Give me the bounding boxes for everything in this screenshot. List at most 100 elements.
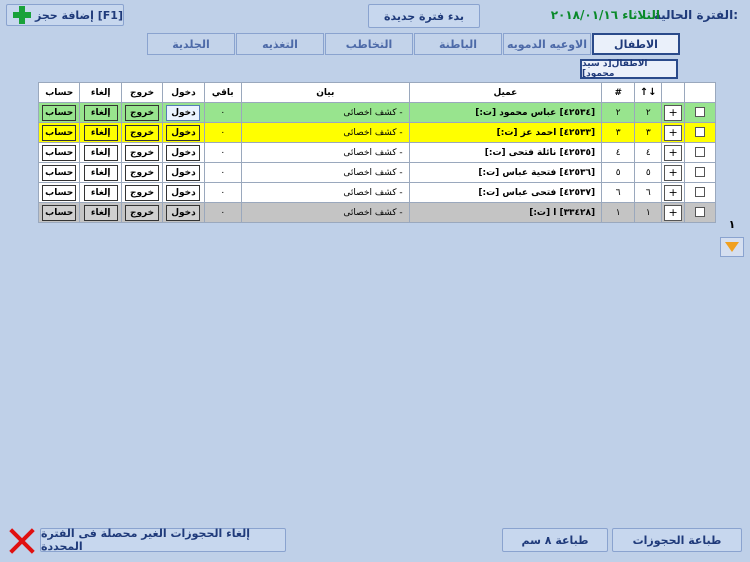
statement-header: بيان [240, 82, 410, 103]
account-button[interactable]: حساب [42, 104, 77, 121]
cancel-button[interactable]: إلغاء [83, 204, 118, 221]
exit-header: خروج [120, 82, 164, 103]
row-checkbox[interactable] [694, 107, 705, 118]
print-bookings-button[interactable]: طباعة الحجوزات [612, 528, 742, 552]
expand-row-button[interactable]: + [664, 124, 683, 141]
row-number: ٣ [601, 122, 636, 143]
row-number: ١ [601, 202, 636, 223]
cancel-header: إلغاء [79, 82, 122, 103]
tab-vascular[interactable]: الاوعيه الدمويه [503, 33, 591, 55]
remaining-header: باقي [203, 82, 242, 103]
row-checkbox[interactable] [694, 167, 705, 178]
clinic-tabs: الاطفال الاوعيه الدمويه الباطنة التخاطب … [146, 33, 680, 55]
row-client: [٤٢٥٣٦] فتحية عباس [ت:] [408, 162, 603, 183]
tab-children[interactable]: الاطفال [592, 33, 680, 55]
table-row: + ٤ ٤ [٤٢٥٣٥] نائلة فتحى [ت:] - كشف اخصا… [37, 142, 717, 163]
tab-nutrition[interactable]: التغذيه [236, 33, 324, 55]
row-client: [٣٣٤٢٨] ا [ت:] [408, 202, 603, 223]
number-header: # [601, 82, 636, 103]
period-date: الثلاثاء ٢٠١٨/٠١/١٦ [550, 8, 660, 22]
account-button[interactable]: حساب [42, 184, 77, 201]
period-label: الفترة الحالية: [653, 8, 738, 22]
cancel-button[interactable]: إلغاء [83, 164, 118, 181]
row-client: [٤٢٥٣٥] نائلة فتحى [ت:] [408, 142, 603, 163]
exit-button[interactable]: خروج [125, 104, 160, 121]
row-checkbox[interactable] [694, 187, 705, 198]
expand-row-button[interactable]: + [664, 144, 683, 161]
enter-button[interactable]: دخول [166, 124, 201, 141]
expand-row-button[interactable]: + [664, 104, 683, 121]
row-order: ٣ [634, 122, 663, 143]
account-button[interactable]: حساب [42, 204, 77, 221]
account-button[interactable]: حساب [42, 164, 77, 181]
row-remaining: ٠ [203, 202, 242, 223]
account-button[interactable]: حساب [42, 124, 77, 141]
cancel-button[interactable]: إلغاء [83, 144, 118, 161]
expand-row-button[interactable]: + [664, 164, 683, 181]
exit-button[interactable]: خروج [125, 204, 160, 221]
row-statement: - كشف اخصائى [240, 102, 410, 123]
cancel-button[interactable]: إلغاء [83, 124, 118, 141]
sort-header[interactable]: ↓↑ [634, 82, 663, 103]
select-header [683, 82, 717, 103]
enter-button[interactable]: دخول [166, 164, 201, 181]
tab-internal[interactable]: الباطنة [414, 33, 502, 55]
row-order: ٥ [634, 162, 663, 183]
row-checkbox[interactable] [694, 207, 705, 218]
row-client: [٤٢٥٣٧] فتحى عباس [ت:] [408, 182, 603, 203]
cancel-button[interactable]: إلغاء [83, 184, 118, 201]
row-checkbox[interactable] [694, 147, 705, 158]
exit-button[interactable]: خروج [125, 124, 160, 141]
row-order: ٢ [634, 102, 663, 123]
print-8cm-button[interactable]: طباعة ٨ سم [502, 528, 608, 552]
next-page-button[interactable] [720, 237, 744, 257]
new-period-button[interactable]: بدء فترة جديدة [368, 4, 480, 28]
expand-row-button[interactable]: + [664, 204, 683, 221]
enter-header: دخول [162, 82, 205, 103]
row-statement: - كشف اخصائى [240, 182, 410, 203]
row-checkbox[interactable] [694, 127, 705, 138]
row-client: [٤٢٥٣٣] احمد عز [ت:] [408, 122, 603, 143]
account-header: حساب [37, 82, 81, 103]
tab-speech[interactable]: التخاطب [325, 33, 413, 55]
table-row: + ٢ ٢ [٤٢٥٣٤] عباس محمود [ت:] - كشف اخصا… [37, 102, 717, 123]
enter-button[interactable]: دخول [166, 104, 201, 121]
table-row: + ٥ ٥ [٤٢٥٣٦] فتحية عباس [ت:] - كشف اخصا… [37, 162, 717, 183]
exit-button[interactable]: خروج [125, 164, 160, 181]
tab-dermatology[interactable]: الجلدية [147, 33, 235, 55]
expand-row-button[interactable]: + [664, 184, 683, 201]
table-header-row: ↓↑ # عميل بيان باقي دخول خروج إلغاء حساب [37, 82, 717, 103]
sort-icon: ↓↑ [639, 87, 657, 98]
row-remaining: ٠ [203, 162, 242, 183]
enter-button[interactable]: دخول [166, 204, 201, 221]
row-order: ٦ [634, 182, 663, 203]
doctor-badge[interactable]: الاطفال[د سيد محمود] [580, 59, 678, 79]
row-number: ٥ [601, 162, 636, 183]
account-button[interactable]: حساب [42, 144, 77, 161]
row-order: ١ [634, 202, 663, 223]
bookings-table: ↓↑ # عميل بيان باقي دخول خروج إلغاء حساب… [37, 82, 717, 223]
exit-button[interactable]: خروج [125, 144, 160, 161]
expand-header [661, 82, 685, 103]
row-remaining: ٠ [203, 182, 242, 203]
row-number: ٦ [601, 182, 636, 203]
enter-button[interactable]: دخول [166, 144, 201, 161]
row-statement: - كشف اخصائى [240, 162, 410, 183]
row-number: ٤ [601, 142, 636, 163]
arrow-down-icon [725, 242, 739, 252]
exit-button[interactable]: خروج [125, 184, 160, 201]
cancel-button[interactable]: إلغاء [83, 104, 118, 121]
close-icon[interactable] [8, 527, 36, 555]
row-statement: - كشف اخصائى [240, 202, 410, 223]
row-number: ٢ [601, 102, 636, 123]
plus-icon [13, 6, 31, 24]
add-booking-button[interactable]: إضافة حجز [F1] [6, 4, 124, 26]
client-header: عميل [408, 82, 603, 103]
table-row: + ١ ١ [٣٣٤٢٨] ا [ت:] - كشف اخصائى ٠ دخول… [37, 202, 717, 223]
table-row: + ٦ ٦ [٤٢٥٣٧] فتحى عباس [ت:] - كشف اخصائ… [37, 182, 717, 203]
cancel-unpaid-button[interactable]: إلغاء الحجوزات الغير محصلة فى الفترة الم… [40, 527, 286, 553]
enter-button[interactable]: دخول [166, 184, 201, 201]
row-remaining: ٠ [203, 142, 242, 163]
row-order: ٤ [634, 142, 663, 163]
add-booking-label: إضافة حجز [F1] [35, 8, 123, 22]
